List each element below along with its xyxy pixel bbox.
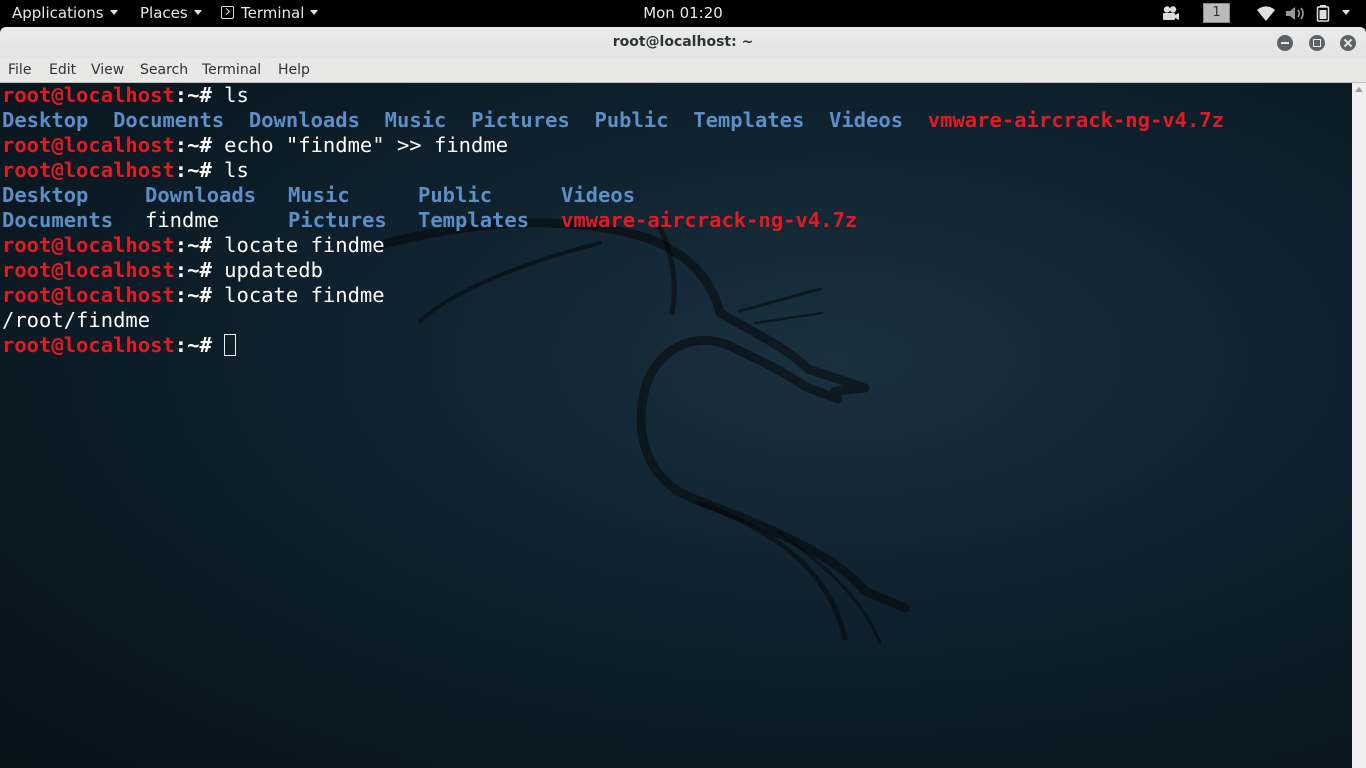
chevron-down-icon: [1342, 10, 1350, 15]
command-text: locate findme: [224, 283, 385, 307]
prompt-line: root@localhost:~# ls: [2, 83, 1224, 108]
output-line: Documents findme Pictures Templates vmware-a…: [2, 208, 1224, 233]
system-menu[interactable]: [1336, 0, 1350, 27]
archive-entry: vmware-aircrack-ng-v4.7z: [927, 108, 1224, 132]
menu-help[interactable]: Help: [278, 58, 310, 82]
volume-icon[interactable]: [1285, 5, 1307, 22]
prompt-symbol: :~#: [174, 258, 225, 282]
archive-entry: vmware-aircrack-ng-v4.7z: [561, 208, 858, 232]
top-panel: Applications Places Terminal Mon 01:20 1: [0, 0, 1366, 27]
directory-entry: Desktop: [2, 108, 89, 132]
prompt-symbol: :~#: [174, 333, 225, 357]
command-text: echo "findme" >> findme: [224, 133, 509, 157]
prompt-user: root@localhost: [2, 133, 175, 157]
directory-entry: Music: [384, 108, 447, 132]
prompt-symbol: :~#: [174, 133, 225, 157]
prompt-user: root@localhost: [2, 233, 175, 257]
wifi-icon[interactable]: [1256, 6, 1276, 22]
prompt-symbol: :~#: [174, 83, 225, 107]
prompt-symbol: :~#: [174, 283, 225, 307]
terminal-window: root@localhost: ~ File Edit View Search …: [0, 27, 1366, 768]
menu-view[interactable]: View: [91, 58, 124, 82]
output-line: Desktop Documents Downloads Music Pictur…: [2, 108, 1224, 133]
menu-file[interactable]: File: [8, 58, 31, 82]
directory-entry: Documents: [113, 108, 225, 132]
menu-search[interactable]: Search: [140, 58, 188, 82]
prompt-symbol: :~#: [174, 233, 225, 257]
minimize-icon[interactable]: [1277, 35, 1293, 51]
command-text: updatedb: [224, 258, 323, 282]
camera-icon[interactable]: [1162, 5, 1180, 22]
file-entry: findme: [145, 208, 220, 232]
directory-entry: Public: [418, 183, 493, 207]
command-text: ls: [224, 83, 249, 107]
directory-entry: Public: [594, 108, 669, 132]
directory-entry: Templates: [418, 208, 530, 232]
prompt-line: root@localhost:~# locate findme: [2, 283, 1224, 308]
prompt-line: root@localhost:~# locate findme: [2, 233, 1224, 258]
directory-entry: Pictures: [471, 108, 570, 132]
prompt-user: root@localhost: [2, 333, 175, 357]
scrollbar[interactable]: [1352, 83, 1366, 768]
prompt-line: root@localhost:~# echo "findme" >> findm…: [2, 133, 1224, 158]
workspace-indicator[interactable]: 1: [1203, 3, 1230, 23]
terminal-output[interactable]: root@localhost:~# ls Desktop Documents Do…: [0, 83, 1352, 768]
directory-entry: Videos: [561, 183, 636, 207]
prompt-user: root@localhost: [2, 258, 175, 282]
menu-terminal[interactable]: Terminal: [202, 58, 261, 82]
prompt-user: root@localhost: [2, 283, 175, 307]
output-line: Desktop Downloads Music Public Videos: [2, 183, 1224, 208]
scroll-up-icon[interactable]: [1355, 87, 1363, 92]
maximize-icon[interactable]: [1309, 35, 1325, 51]
directory-entry: Templates: [693, 108, 805, 132]
menu-bar: File Edit View Search Terminal Help: [0, 58, 1366, 83]
output-line: /root/findme: [2, 308, 1224, 333]
text-cursor[interactable]: [224, 333, 237, 356]
battery-icon[interactable]: [1316, 5, 1330, 22]
terminal-lines: root@localhost:~# ls Desktop Documents Do…: [2, 83, 1224, 358]
close-icon[interactable]: [1340, 35, 1356, 51]
command-text: ls: [224, 158, 249, 182]
directory-entry: Downloads: [145, 183, 257, 207]
directory-entry: Desktop: [2, 183, 89, 207]
prompt-line: root@localhost:~# updatedb: [2, 258, 1224, 283]
prompt-line: root@localhost:~# ls: [2, 158, 1224, 183]
prompt-line: root@localhost:~#: [2, 333, 1224, 358]
directory-entry: Documents: [2, 208, 114, 232]
window-titlebar[interactable]: root@localhost: ~: [0, 27, 1366, 58]
directory-entry: Downloads: [248, 108, 360, 132]
directory-entry: Music: [288, 183, 350, 207]
prompt-user: root@localhost: [2, 158, 175, 182]
prompt-symbol: :~#: [174, 158, 225, 182]
directory-entry: Videos: [829, 108, 904, 132]
directory-entry: Pictures: [288, 208, 387, 232]
file-entry: /root/findme: [2, 308, 151, 332]
command-text: locate findme: [224, 233, 385, 257]
window-title: root@localhost: ~: [612, 34, 754, 50]
menu-edit[interactable]: Edit: [49, 58, 76, 82]
prompt-user: root@localhost: [2, 83, 175, 107]
